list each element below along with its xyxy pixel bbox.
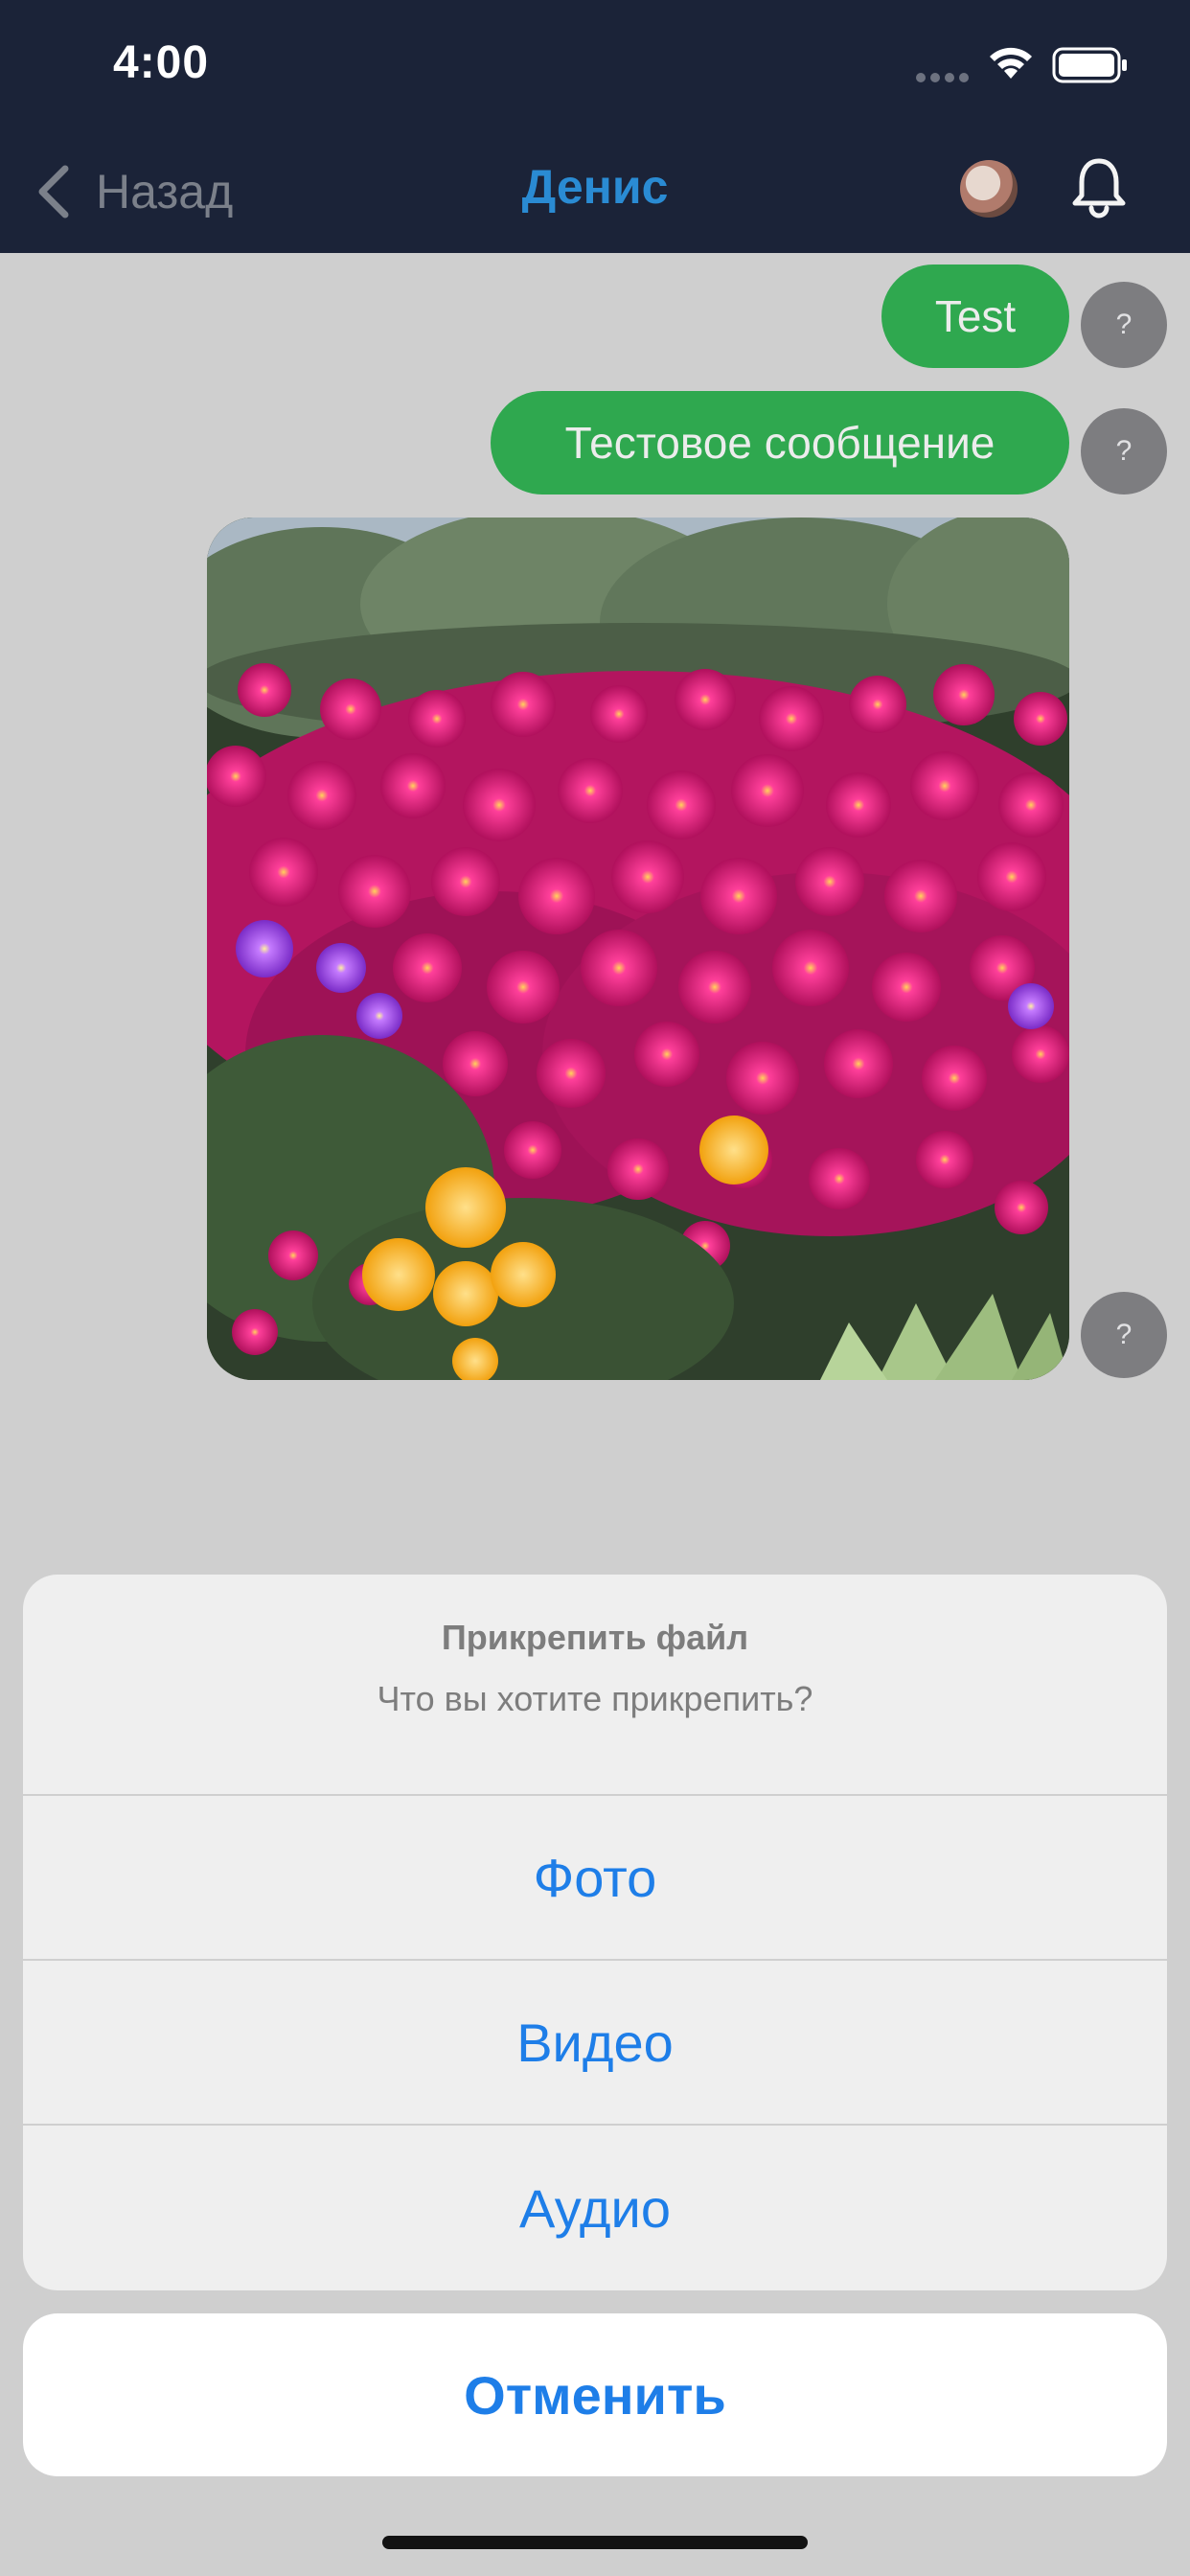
home-indicator[interactable] (382, 2536, 808, 2549)
attach-photo-option[interactable]: Фото (23, 1796, 1167, 1961)
action-sheet-title: Прикрепить файл (441, 1618, 749, 1657)
image-message[interactable] (207, 518, 1069, 1380)
message-status-icon[interactable]: ? (1081, 408, 1167, 494)
cellular-signal-icon (916, 73, 969, 82)
attach-video-option[interactable]: Видео (23, 1961, 1167, 2126)
action-sheet-message: Что вы хотите прикрепить? (377, 1679, 813, 1718)
message-bubble[interactable]: Test (881, 264, 1069, 368)
cancel-button[interactable]: Отменить (23, 2313, 1167, 2476)
top-bar: 4:00 Назад Денис (0, 0, 1190, 253)
message-status-icon[interactable]: ? (1081, 282, 1167, 368)
message-bubble[interactable]: Тестовое сообщение (491, 391, 1069, 494)
action-sheet-header: Прикрепить файл Что вы хотите прикрепить… (23, 1575, 1167, 1796)
attach-action-sheet: Прикрепить файл Что вы хотите прикрепить… (23, 1575, 1167, 2290)
contact-avatar[interactable] (960, 160, 1018, 218)
bell-icon[interactable] (1070, 155, 1128, 218)
wifi-icon (990, 47, 1032, 79)
message-text: Test (934, 291, 1017, 341)
flower-photo (207, 518, 1069, 1380)
message-text: Тестовое сообщение (564, 418, 995, 468)
battery-icon (1052, 47, 1127, 83)
attach-audio-option[interactable]: Аудио (23, 2126, 1167, 2290)
message-status-icon[interactable]: ? (1081, 1292, 1167, 1378)
status-time: 4:00 (113, 37, 210, 88)
